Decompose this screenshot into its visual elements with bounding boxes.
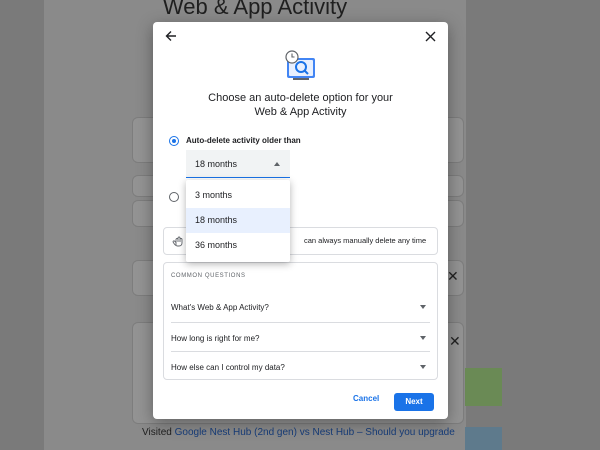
visited-link[interactable]: Google Nest Hub (2nd gen) vs Nest Hub – … (175, 427, 455, 438)
heading-line-2: Web & App Activity (254, 106, 347, 118)
dialog-heading: Choose an auto-delete option for your We… (173, 91, 428, 119)
back-button[interactable] (161, 26, 181, 46)
caret-down-icon (420, 365, 426, 369)
caret-down-icon (420, 336, 426, 340)
menu-option-3-months[interactable]: 3 months (186, 183, 290, 208)
thumbnail-image (465, 368, 502, 406)
clock-search-icon (285, 50, 315, 80)
period-menu: 3 months 18 months 36 months (186, 180, 290, 262)
visited-entry: Visited Google Nest Hub (2nd gen) vs Nes… (142, 427, 455, 438)
auto-delete-radio[interactable] (169, 136, 179, 146)
close-button[interactable] (420, 26, 440, 46)
close-icon (425, 31, 435, 41)
auto-delete-dialog: Choose an auto-delete option for your We… (153, 22, 448, 419)
heading-line-1: Choose an auto-delete option for your (208, 92, 393, 104)
select-value: 18 months (195, 159, 238, 169)
visited-prefix: Visited (142, 427, 172, 438)
caret-up-icon (274, 162, 280, 166)
faq-item[interactable]: What's Web & App Activity? (171, 292, 430, 321)
auto-delete-label: Auto-delete activity older than (186, 136, 301, 145)
page-title: Web & App Activity (162, 0, 348, 19)
info-text: can always manually delete any time (304, 236, 427, 245)
close-icon[interactable]: ✕ (447, 268, 459, 285)
next-button[interactable]: Next (394, 393, 434, 411)
faq-item[interactable]: How else can I control my data? (171, 351, 430, 381)
cancel-button[interactable]: Cancel (353, 394, 379, 403)
common-questions: COMMON QUESTIONS What's Web & App Activi… (163, 262, 438, 380)
period-select[interactable]: 18 months (186, 150, 290, 178)
faq-question: How else can I control my data? (171, 363, 285, 372)
faq-question: How long is right for me? (171, 334, 260, 343)
menu-option-18-months[interactable]: 18 months (186, 208, 290, 233)
dont-auto-delete-radio[interactable] (169, 192, 179, 202)
arrow-back-icon (165, 31, 176, 41)
caret-down-icon (420, 305, 426, 309)
thumbnail-image (465, 427, 502, 450)
hand-icon (172, 236, 183, 247)
faq-heading: COMMON QUESTIONS (171, 273, 246, 279)
faq-item[interactable]: How long is right for me? (171, 322, 430, 352)
menu-option-36-months[interactable]: 36 months (186, 233, 290, 258)
close-icon[interactable]: ✕ (449, 333, 461, 350)
faq-question: What's Web & App Activity? (171, 303, 269, 312)
left-gutter (0, 0, 44, 450)
